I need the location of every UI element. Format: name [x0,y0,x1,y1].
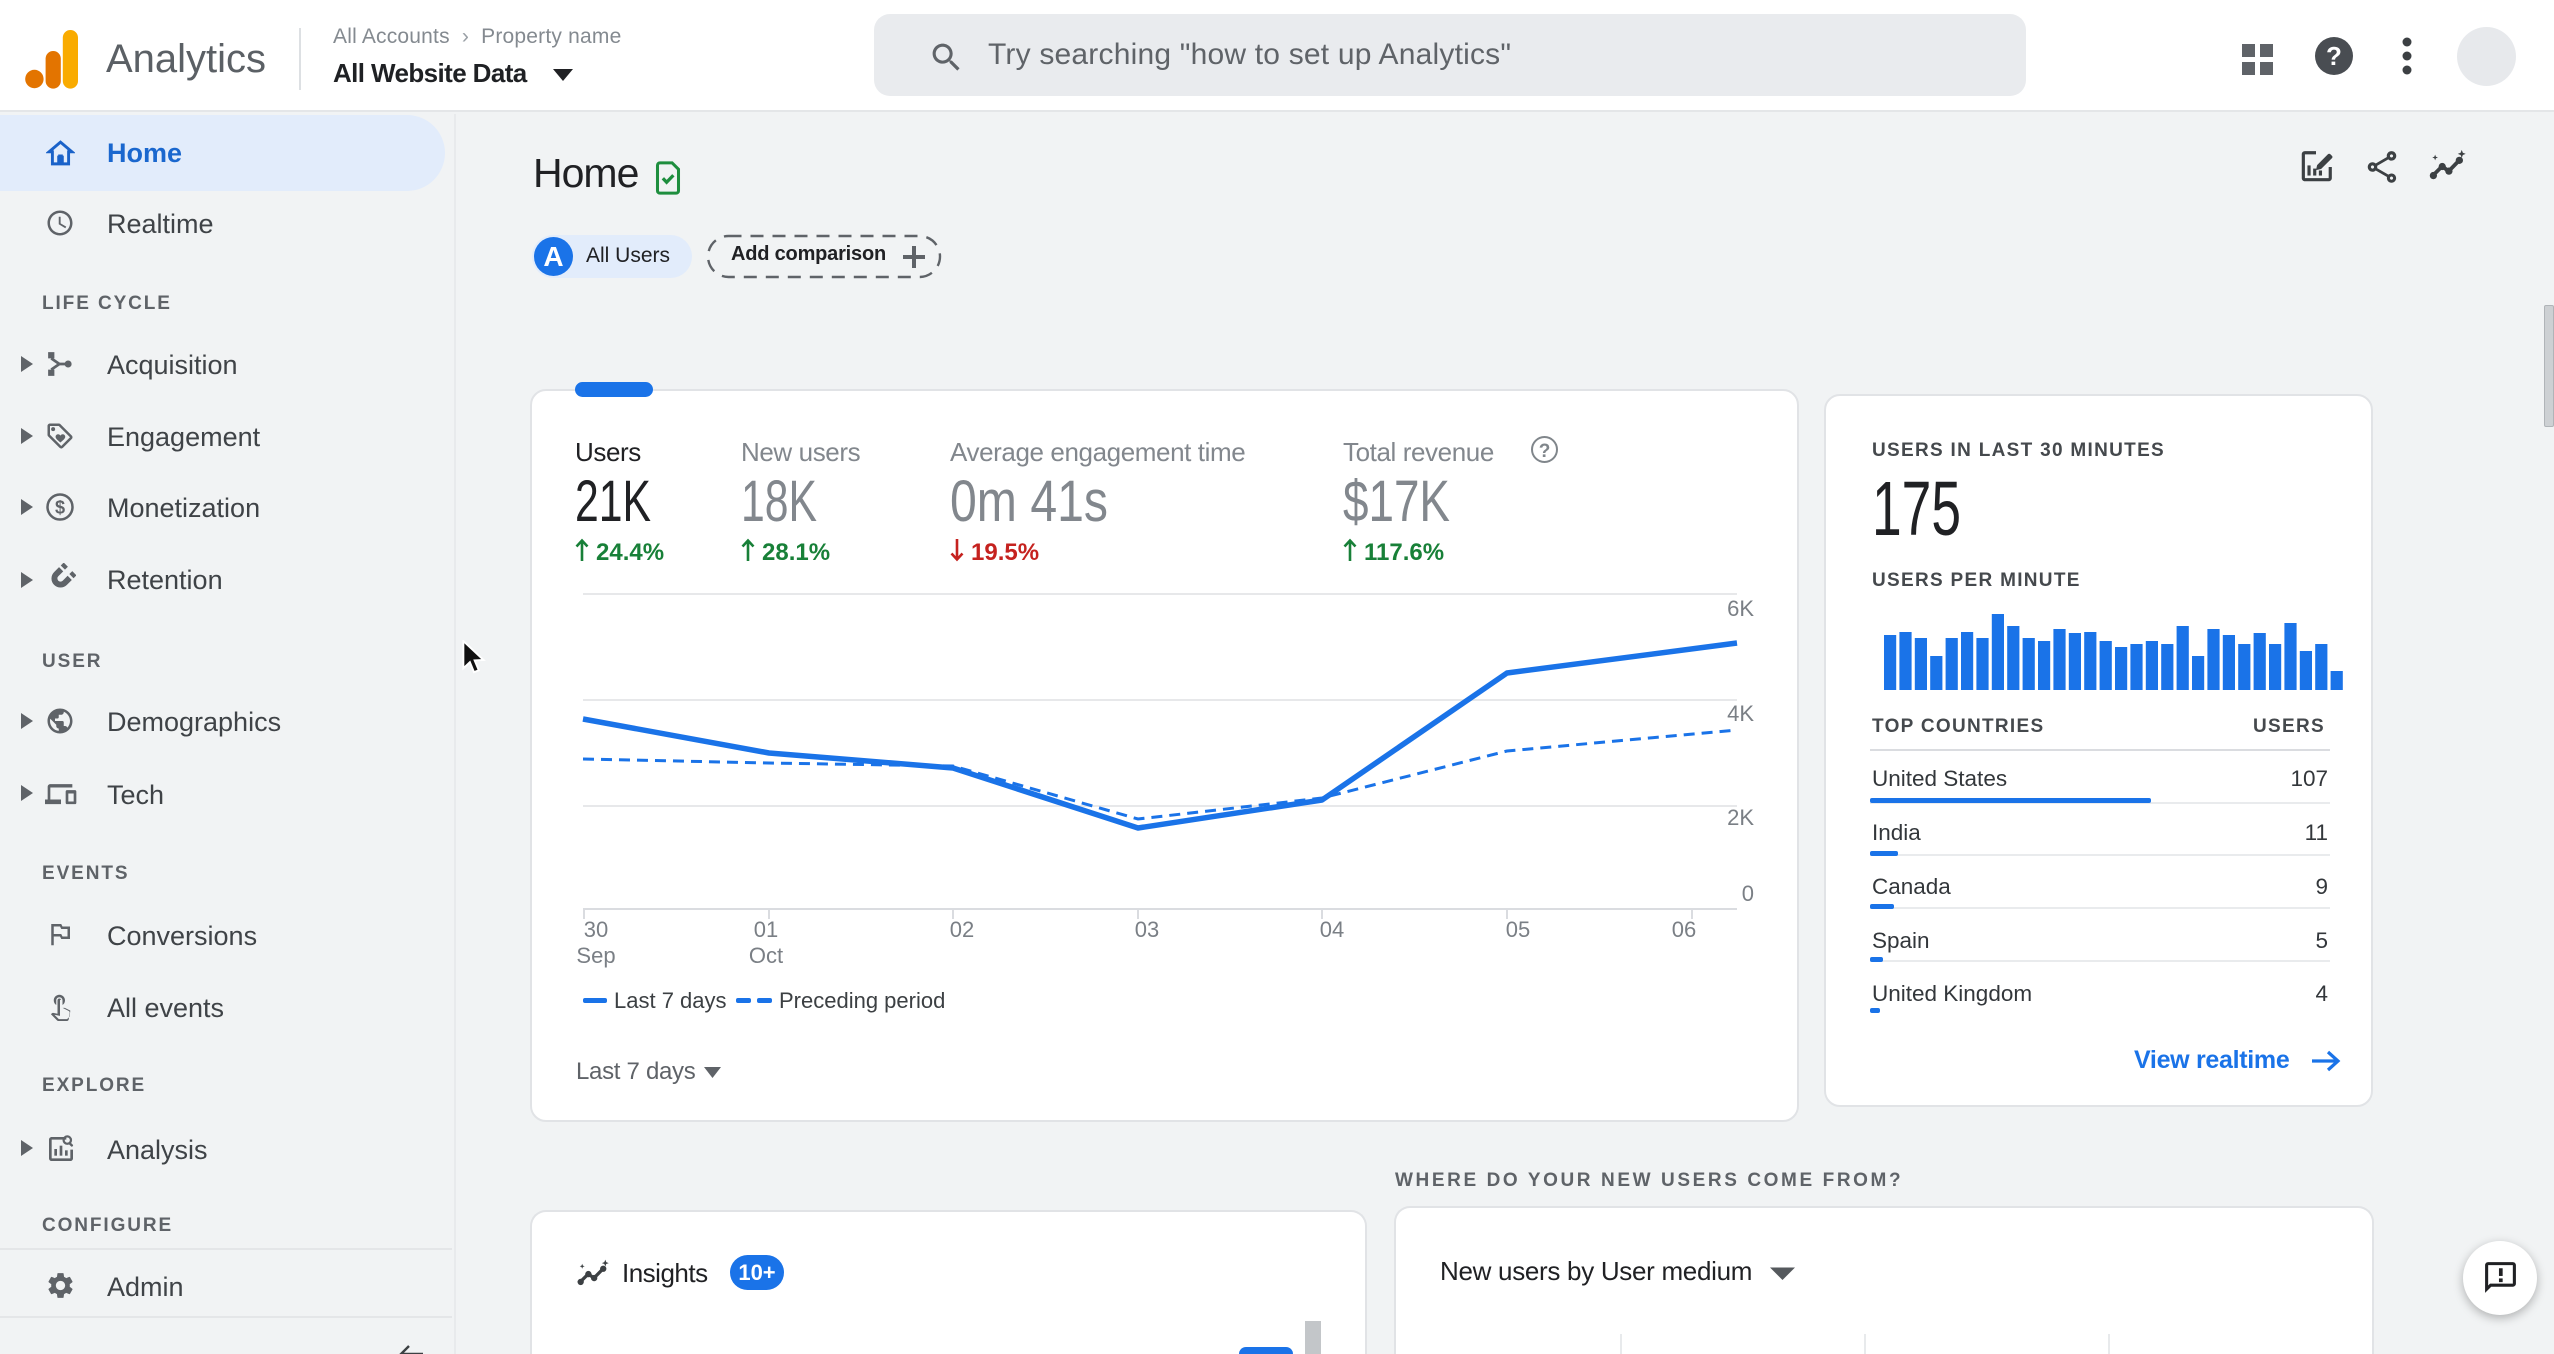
svg-text:$: $ [55,498,65,518]
svg-text:0m 41s: 0m 41s [950,469,1108,530]
svg-text:21K: 21K [575,469,651,530]
svg-text:18K: 18K [741,469,817,530]
svg-text:$17K: $17K [1343,469,1450,530]
svg-text:175: 175 [1872,478,1961,538]
